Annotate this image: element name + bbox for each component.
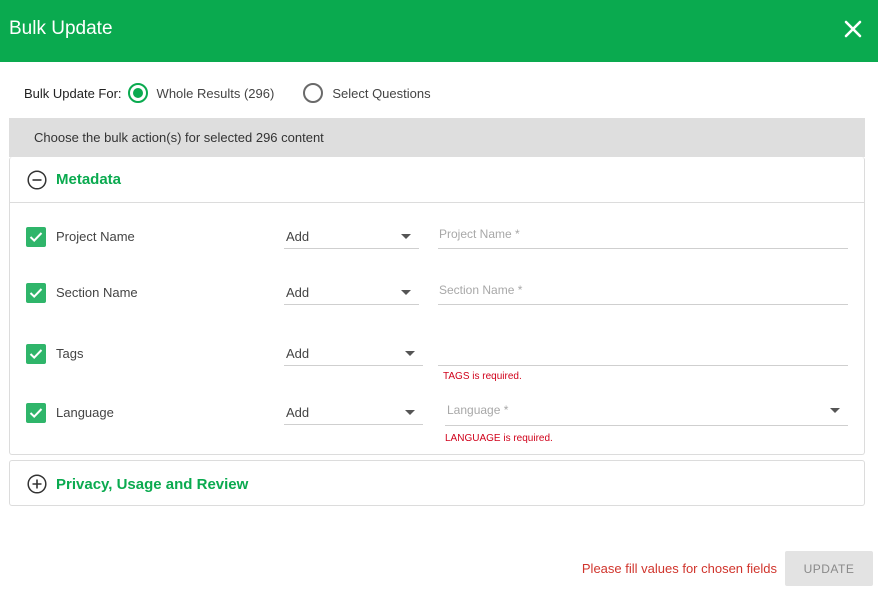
language-operation-select[interactable]: Add	[284, 399, 423, 425]
section-name-checkbox[interactable]	[26, 283, 46, 303]
metadata-row-section-name: Section Name Add	[10, 271, 866, 321]
close-icon[interactable]	[842, 18, 864, 40]
check-icon	[29, 288, 43, 299]
language-checkbox[interactable]	[26, 403, 46, 423]
metadata-title: Metadata	[56, 171, 122, 188]
check-icon	[29, 349, 43, 360]
privacy-panel-header[interactable]: Privacy, Usage and Review	[10, 461, 864, 507]
metadata-row-tags: Tags Add TAGS is required.	[10, 333, 866, 389]
language-placeholder: Language *	[447, 403, 509, 417]
dropdown-caret-icon	[830, 408, 840, 413]
metadata-row-project-name: Project Name Add	[10, 215, 866, 265]
project-name-input[interactable]	[438, 219, 848, 248]
info-bar: Choose the bulk action(s) for selected 2…	[9, 118, 865, 157]
radio-select-questions[interactable]: Select Questions	[303, 83, 431, 103]
metadata-row-language: Language Add Language * LANGUAGE is requ…	[10, 393, 866, 451]
dialog-title: Bulk Update	[9, 18, 113, 39]
check-icon	[29, 232, 43, 243]
tags-checkbox[interactable]	[26, 344, 46, 364]
dropdown-caret-icon	[405, 351, 415, 356]
check-icon	[29, 408, 43, 419]
dropdown-caret-icon	[405, 410, 415, 415]
tags-operation-select[interactable]: Add	[284, 340, 423, 366]
language-error: LANGUAGE is required.	[445, 433, 553, 444]
bulk-update-for: Bulk Update For: Whole Results (296) Sel…	[24, 83, 431, 103]
info-text: Choose the bulk action(s) for selected 2…	[34, 130, 324, 145]
metadata-panel: Metadata Project Name Add Section Name A…	[9, 157, 865, 455]
dropdown-caret-icon	[401, 290, 411, 295]
privacy-title: Privacy, Usage and Review	[56, 475, 249, 493]
section-name-label: Section Name	[56, 285, 138, 300]
project-name-operation-select[interactable]: Add	[284, 223, 419, 249]
section-name-input[interactable]	[438, 275, 848, 304]
tags-label: Tags	[56, 346, 84, 361]
language-label: Language	[56, 405, 114, 420]
dialog-header: Bulk Update	[0, 0, 878, 62]
language-select[interactable]: Language *	[445, 396, 848, 426]
dropdown-caret-icon	[401, 234, 411, 239]
collapse-minus-icon	[27, 169, 47, 190]
radio-selected-icon	[127, 83, 148, 103]
privacy-panel: Privacy, Usage and Review	[9, 460, 865, 506]
section-name-input-wrap	[438, 275, 848, 305]
radio-unselected-icon	[303, 83, 324, 103]
project-name-label: Project Name	[56, 229, 135, 244]
radio-select-questions-label: Select Questions	[332, 85, 431, 101]
section-name-operation-select[interactable]: Add	[284, 279, 419, 305]
tags-input-wrap	[438, 336, 848, 366]
tags-error: TAGS is required.	[443, 371, 522, 382]
metadata-panel-header[interactable]: Metadata	[10, 157, 864, 203]
expand-plus-icon	[27, 474, 47, 494]
update-button[interactable]: UPDATE	[785, 551, 873, 586]
radio-whole-results-label: Whole Results (296)	[156, 85, 275, 101]
validation-message: Please fill values for chosen fields	[581, 561, 777, 576]
project-name-checkbox[interactable]	[26, 227, 46, 247]
bulk-update-for-label: Bulk Update For:	[24, 85, 122, 101]
tags-input[interactable]	[438, 336, 848, 365]
radio-whole-results[interactable]: Whole Results (296)	[127, 83, 275, 103]
project-name-input-wrap	[438, 219, 848, 249]
